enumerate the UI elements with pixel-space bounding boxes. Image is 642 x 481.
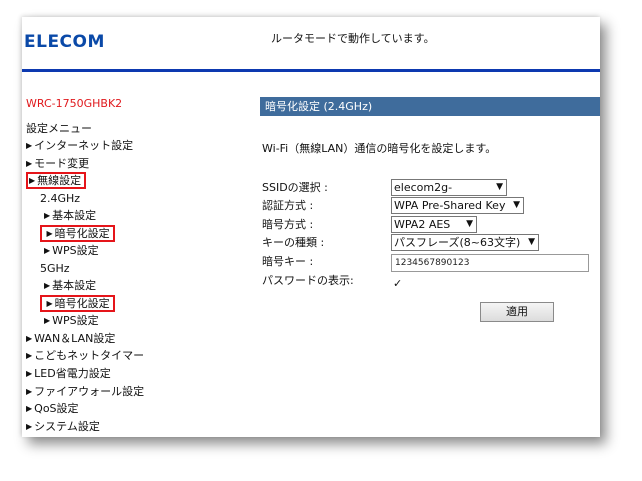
sidebar-item-5g-wps[interactable]: ▶ WPS設定: [44, 313, 99, 329]
encryption-key-input[interactable]: 1234567890123: [391, 254, 589, 272]
sidebar-group-2-4ghz: 2.4GHz: [40, 192, 81, 205]
triangle-right-icon: ▶: [26, 159, 33, 168]
sidebar-item-2g-basic[interactable]: ▶ 基本設定: [44, 208, 96, 224]
triangle-right-icon: ▶: [44, 281, 51, 290]
sidebar-item-mode-change[interactable]: ▶ モード変更: [26, 156, 89, 172]
triangle-right-icon: ▶: [44, 316, 51, 325]
sidebar-group-5ghz: 5GHz: [40, 262, 70, 275]
ssid-label: SSIDの選択 :: [262, 181, 328, 194]
sidebar-item-2g-encryption[interactable]: ▶ 暗号化設定: [40, 225, 115, 242]
highlight-box: ▶ 暗号化設定: [40, 295, 115, 312]
key-type-label: キーの種類 :: [262, 236, 325, 249]
sidebar-item-system[interactable]: ▶ システム設定: [26, 419, 100, 435]
chevron-down-icon: ▼: [513, 200, 520, 210]
cipher-select[interactable]: WPA2 AES ▼: [391, 216, 477, 233]
sidebar-item-wireless[interactable]: ▶ 無線設定: [26, 172, 87, 189]
ssid-select[interactable]: elecom2g- ▼: [391, 179, 507, 196]
triangle-right-icon: ▶: [26, 422, 33, 431]
sidebar-item-5g-basic[interactable]: ▶ 基本設定: [44, 278, 96, 294]
page-description: Wi-Fi（無線LAN）通信の暗号化を設定します。: [262, 142, 497, 155]
triangle-right-icon: ▶: [46, 299, 53, 308]
show-password-label: パスワードの表示:: [262, 274, 354, 287]
sidebar-item-led-power[interactable]: ▶ LED省電力設定: [26, 366, 111, 382]
sidebar-item-wan-lan[interactable]: ▶ WAN＆LAN設定: [26, 331, 115, 347]
sidebar-item-qos[interactable]: ▶ QoS設定: [26, 401, 79, 417]
sidebar-item-2g-wps[interactable]: ▶ WPS設定: [44, 243, 99, 259]
sidebar-item-5g-encryption[interactable]: ▶ 暗号化設定: [40, 295, 115, 312]
encryption-key-label: 暗号キー :: [262, 255, 314, 268]
elecom-logo: ELECOM: [24, 32, 105, 52]
key-type-select[interactable]: パスフレーズ(8~63文字) ▼: [391, 234, 539, 251]
sidebar-item-firewall[interactable]: ▶ ファイアウォール設定: [26, 384, 144, 400]
chevron-down-icon: ▼: [528, 237, 535, 247]
show-password-checkbox[interactable]: ✓: [393, 277, 402, 290]
triangle-right-icon: ▶: [44, 211, 51, 220]
router-admin-screenshot: ELECOM ルータモードで動作しています。 WRC-1750GHBK2 設定メ…: [22, 17, 600, 437]
triangle-right-icon: ▶: [29, 176, 36, 185]
router-mode-status: ルータモードで動作しています。: [271, 32, 435, 45]
cipher-label: 暗号方式 :: [262, 218, 314, 231]
triangle-right-icon: ▶: [44, 246, 51, 255]
triangle-right-icon: ▶: [26, 351, 33, 360]
triangle-right-icon: ▶: [26, 334, 33, 343]
sidebar-item-kids-timer[interactable]: ▶ こどもネットタイマー: [26, 348, 144, 364]
header-divider: [22, 69, 600, 72]
section-title-bar: 暗号化設定 (2.4GHz): [260, 97, 600, 116]
sidebar-item-internet[interactable]: ▶ インターネット設定: [26, 138, 133, 154]
triangle-right-icon: ▶: [46, 229, 53, 238]
menu-title: 設定メニュー: [26, 122, 92, 135]
highlight-box: ▶ 暗号化設定: [40, 225, 115, 242]
triangle-right-icon: ▶: [26, 404, 33, 413]
model-name: WRC-1750GHBK2: [26, 97, 123, 110]
apply-button[interactable]: 適用: [480, 302, 554, 322]
chevron-down-icon: ▼: [466, 219, 473, 229]
chevron-down-icon: ▼: [496, 182, 503, 192]
triangle-right-icon: ▶: [26, 141, 33, 150]
highlight-box: ▶ 無線設定: [26, 172, 87, 189]
triangle-right-icon: ▶: [26, 387, 33, 396]
auth-method-select[interactable]: WPA Pre-Shared Key ▼: [391, 197, 524, 214]
triangle-right-icon: ▶: [26, 369, 33, 378]
auth-method-label: 認証方式 :: [262, 199, 314, 212]
